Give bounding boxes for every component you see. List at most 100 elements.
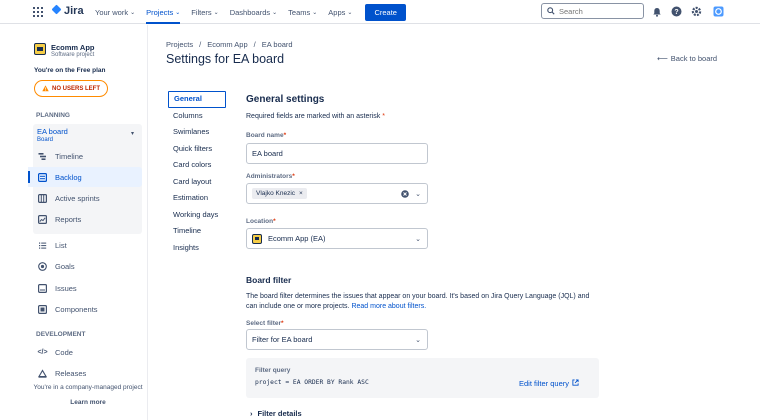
sidebar-item-list[interactable]: List [38,241,67,250]
chevron-down-icon[interactable]: ⌄ [415,336,421,344]
sidebar-item-reports[interactable]: Reports [38,215,81,224]
clear-icon[interactable] [401,190,409,198]
chevron-down-icon[interactable]: ⌄ [415,190,421,198]
sidebar-item-timeline[interactable]: Timeline [38,152,83,161]
free-plan-text: You're on the Free plan [34,67,106,74]
project-avatar [252,233,262,244]
sidebar-item-label: Components [55,305,98,314]
warning-icon [42,85,49,92]
administrators-select[interactable]: Vlajko Knezic × ⌄ [246,183,428,204]
breadcrumb-separator: / [253,40,256,49]
sidebar-item-code[interactable]: </> Code [37,348,73,357]
sidebar-item-components[interactable]: Components [38,305,98,314]
nav-your-work[interactable]: Your work ⌄ [95,0,135,24]
help-icon[interactable]: ? [671,6,682,17]
settings-icon[interactable] [691,6,702,17]
sidebar-item-label: Active sprints [55,194,100,203]
required-asterisk: * [273,218,276,225]
sidebar-item-goals[interactable]: Goals [38,262,75,271]
chevron-down-icon: ⌄ [213,9,219,16]
board-name-label: Board name* [246,132,286,139]
nav-filters[interactable]: Filters ⌄ [191,0,218,24]
edit-link-label: Edit filter query [519,379,570,388]
sidebar-item-label: Timeline [55,152,84,161]
board-switcher[interactable]: EA board Board [37,127,68,145]
create-button[interactable]: Create [365,3,406,21]
select-filter-dropdown[interactable]: Filter for EA board ⌄ [246,329,428,350]
chevron-down-icon: ⌄ [272,9,278,16]
filter-details-label: Filter details [257,409,302,418]
required-asterisk: * [292,173,295,180]
settings-nav-working-days[interactable]: Working days [168,207,226,224]
nav-label: Filters [191,7,212,17]
tag-label: Vlajko Knezic [256,190,296,197]
sidebar-item-issues[interactable]: Issues [38,284,77,293]
nav-label: Projects [146,7,174,17]
settings-nav-estimation[interactable]: Estimation [168,190,226,207]
administrators-label: Administrators* [246,173,295,180]
sidebar-item-backlog[interactable]: Backlog [38,173,82,182]
no-users-left-badge[interactable]: NO USERS LEFT [34,80,109,97]
page-title: Settings for EA board [166,52,285,66]
nav-dashboards[interactable]: Dashboards ⌄ [230,0,277,24]
project-name: Ecomm App [51,43,95,52]
select-controls: ⌄ [415,336,421,344]
svg-text:?: ? [674,9,678,16]
chevron-right-icon: › [250,409,253,418]
required-asterisk: * [382,113,385,120]
location-select[interactable]: Ecomm App (EA) ⌄ [246,228,428,249]
sidebar-item-releases[interactable]: Releases [38,369,86,378]
project-header[interactable]: Ecomm App Software project [34,43,94,58]
sidebar-item-active-sprints[interactable]: Active sprints [38,194,100,203]
issues-icon [38,284,47,293]
settings-nav-card-layout[interactable]: Card layout [168,174,226,191]
settings-nav-swimlanes[interactable]: Swimlanes [168,124,226,141]
badge-label: NO USERS LEFT [52,85,101,92]
nav-teams[interactable]: Teams ⌄ [288,0,317,24]
settings-nav-insights[interactable]: Insights [168,240,226,257]
breadcrumb-board[interactable]: EA board [262,40,293,49]
search-box[interactable] [541,3,644,19]
nav-label: Your work [95,7,129,17]
apps-grid-icon[interactable] [33,7,43,17]
board-name-input[interactable] [252,149,412,158]
select-filter-label: Select filter* [246,320,284,327]
breadcrumb-projects[interactable]: Projects [166,40,193,49]
remove-tag-icon[interactable]: × [299,190,303,197]
board-filter-description: The board filter determines the issues t… [246,292,591,312]
chevron-down-icon[interactable]: ▾ [131,130,134,137]
profile-icon[interactable] [713,6,724,17]
board-name-field[interactable] [246,143,428,164]
filter-details-toggle[interactable]: › Filter details [250,409,302,418]
nav-label: Apps [328,7,346,17]
edit-filter-query-link[interactable]: Edit filter query [519,379,579,388]
search-input[interactable] [559,6,639,16]
chevron-down-icon: ⌄ [175,9,181,16]
nav-label: Teams [288,7,311,17]
back-link-label: Back to board [670,54,718,63]
board-name: EA board [37,127,68,136]
nav-apps[interactable]: Apps ⌄ [328,0,352,24]
label-text: Board name [246,132,284,139]
settings-nav-columns[interactable]: Columns [168,108,226,125]
settings-nav-general[interactable]: General [168,91,226,108]
notification-icon[interactable] [651,6,662,17]
breadcrumb-project[interactable]: Ecomm App [207,40,247,49]
search-icon [547,7,555,15]
chevron-down-icon[interactable]: ⌄ [415,235,421,243]
nav-projects[interactable]: Projects ⌄ [146,0,181,24]
label-text: Select filter [246,320,282,327]
read-more-link[interactable]: Read more about filters. [351,303,426,310]
development-section-label: DEVELOPMENT [36,331,86,338]
settings-nav-timeline[interactable]: Timeline [168,223,226,240]
learn-more-link[interactable]: Learn more [28,399,148,406]
general-settings-heading: General settings [246,94,325,105]
settings-nav-quick-filters[interactable]: Quick filters [168,141,226,158]
project-sidebar: Ecomm App Software project You're on the… [28,25,148,420]
back-to-board-link[interactable]: ⟵ Back to board [657,54,717,63]
arrow-left-icon: ⟵ [657,54,668,63]
jira-logo[interactable]: Jira [51,5,84,17]
settings-nav: General Columns Swimlanes Quick filters … [168,91,226,256]
sidebar-item-label: Releases [55,369,87,378]
settings-nav-card-colors[interactable]: Card colors [168,157,226,174]
